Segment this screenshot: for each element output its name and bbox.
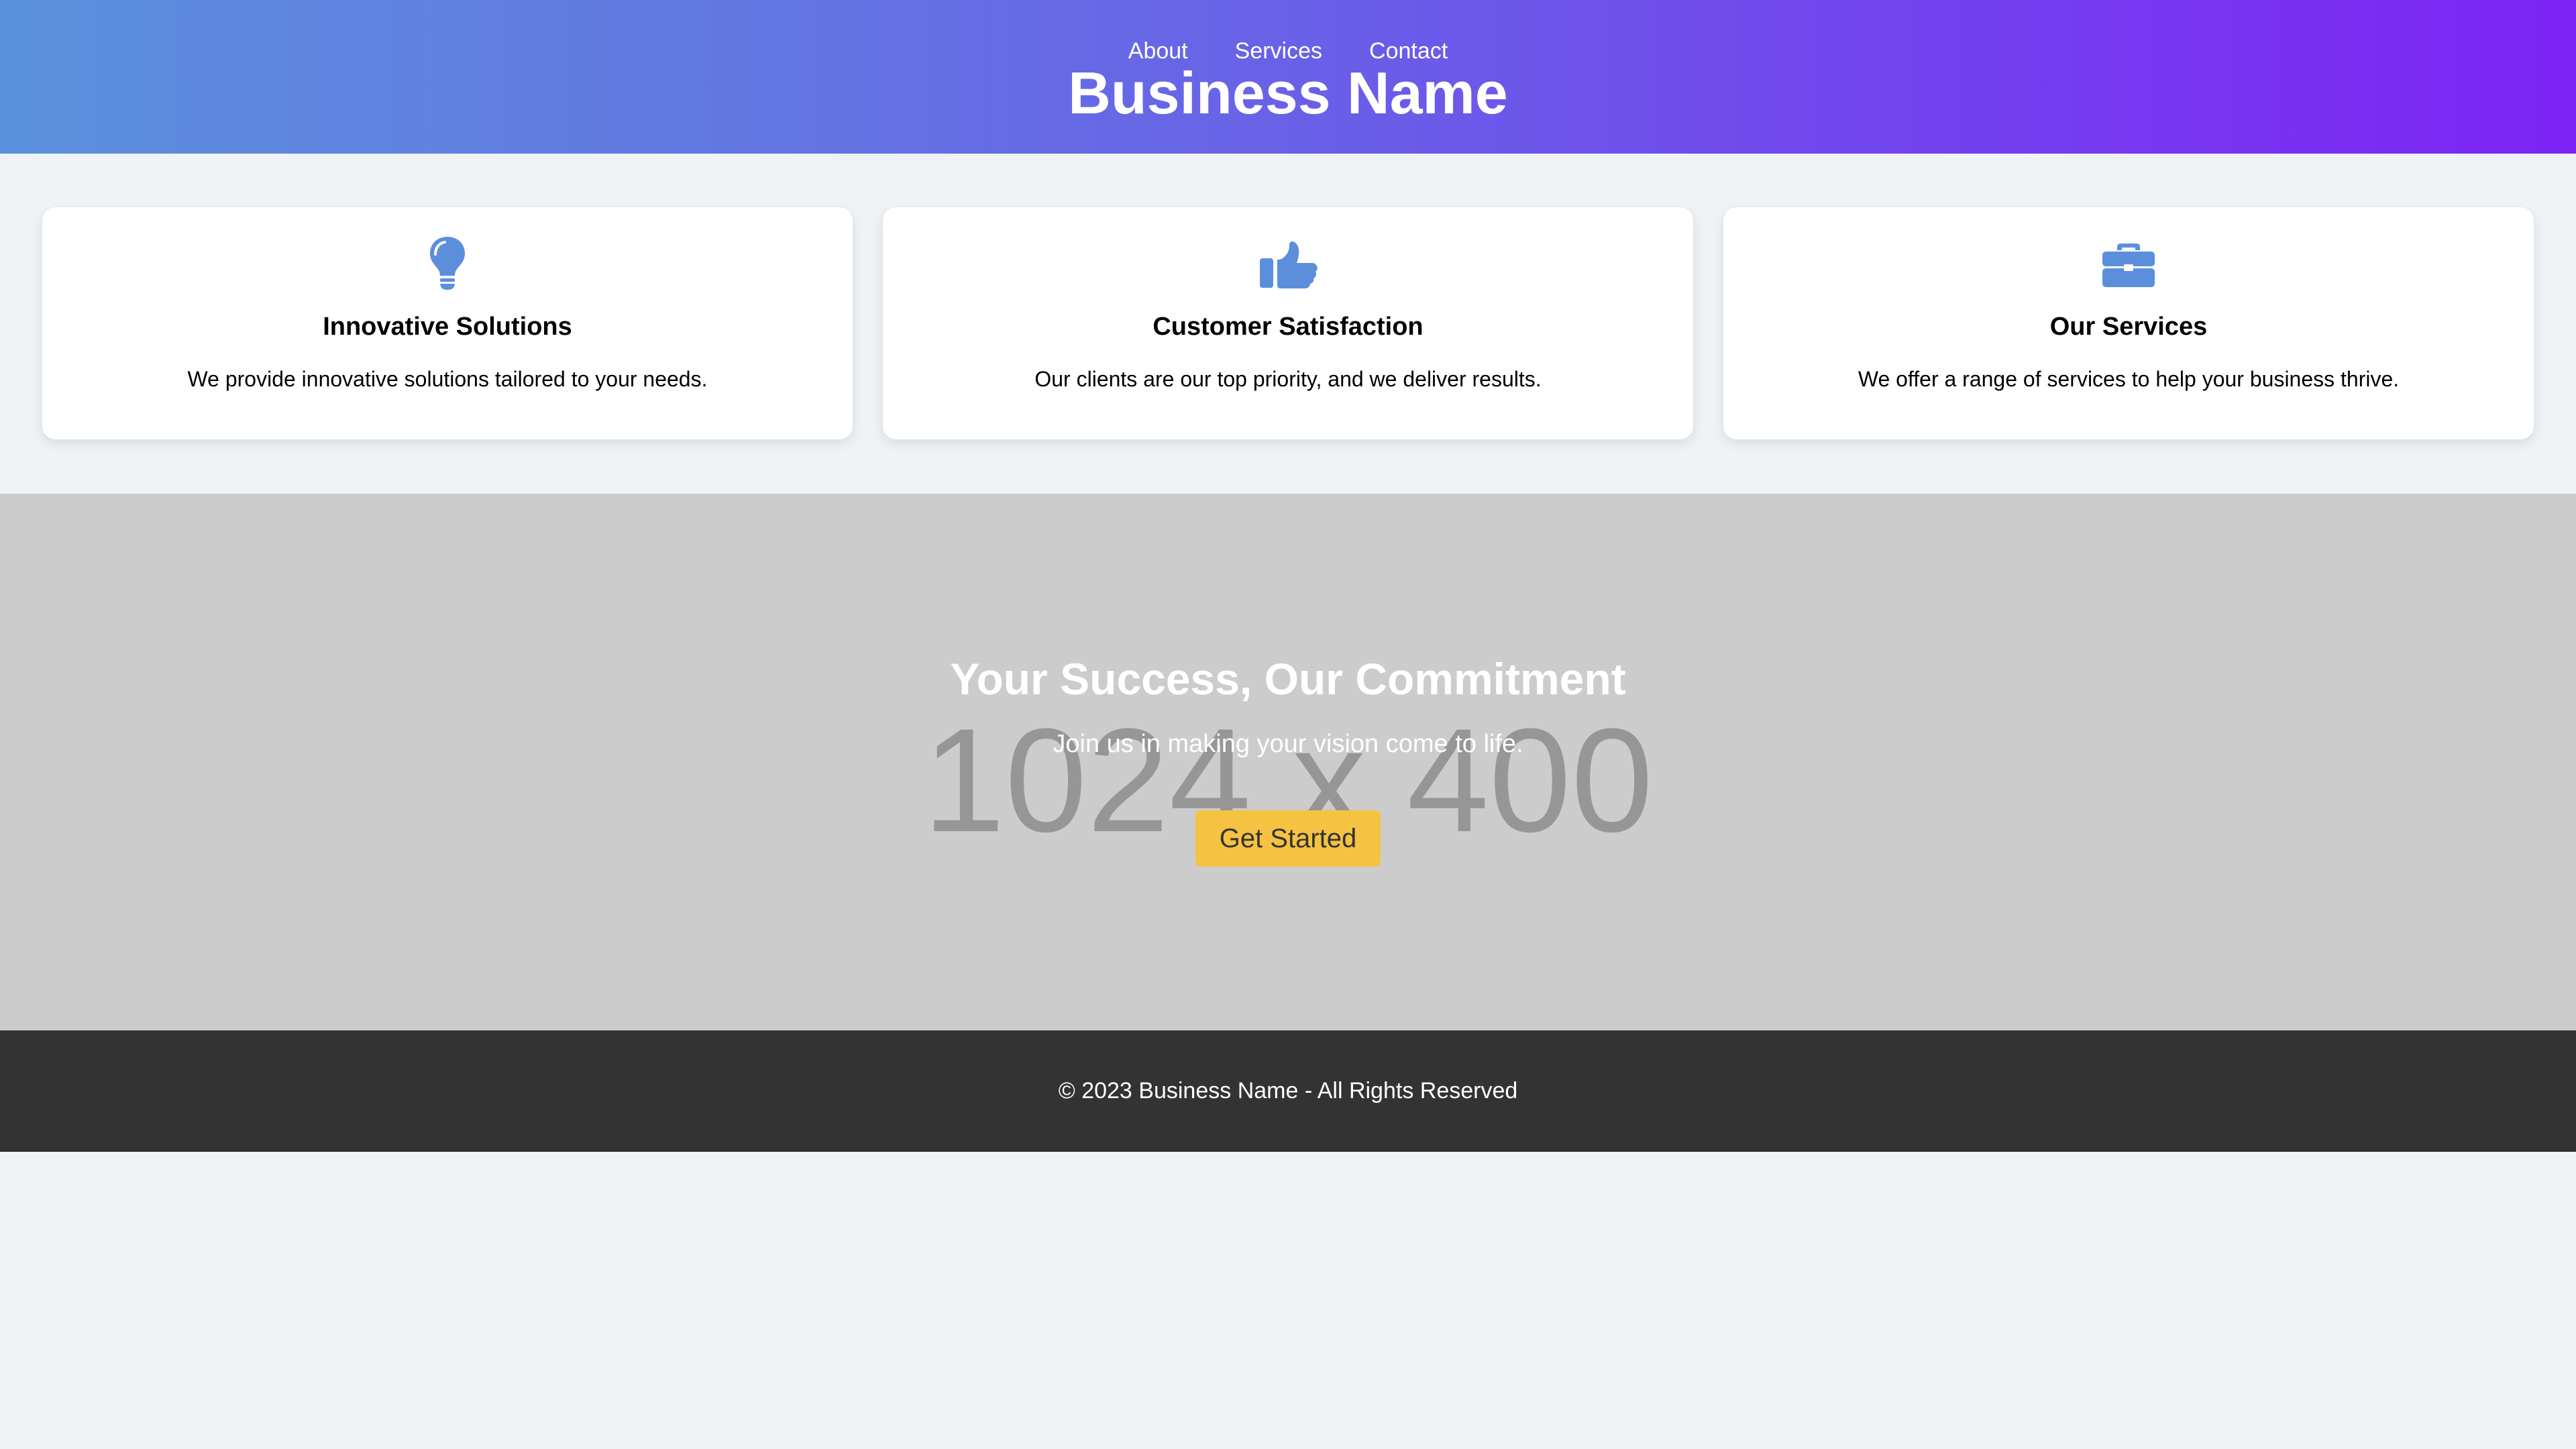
feature-card-satisfaction: Customer Satisfaction Our clients are ou…: [883, 207, 1693, 439]
feature-description: We provide innovative solutions tailored…: [187, 367, 708, 391]
feature-title: Customer Satisfaction: [1152, 313, 1424, 341]
copyright-text: © 2023 Business Name - All Rights Reserv…: [1058, 1078, 1518, 1104]
feature-title: Innovative Solutions: [323, 313, 572, 341]
thumbs-up-icon: [1258, 233, 1318, 293]
feature-description: Our clients are our top priority, and we…: [1034, 367, 1542, 391]
hero-subtitle: Join us in making your vision come to li…: [1053, 730, 1523, 758]
feature-title: Our Services: [2049, 313, 2208, 341]
feature-card-innovative: Innovative Solutions We provide innovati…: [42, 207, 853, 439]
lightbulb-icon: [417, 233, 478, 293]
site-title: Business Name: [1068, 60, 1508, 126]
site-header: About Services Contact Business Name: [0, 0, 2576, 154]
get-started-button[interactable]: Get Started: [1195, 810, 1381, 867]
feature-card-services: Our Services We offer a range of service…: [1723, 207, 2534, 439]
features-section: Innovative Solutions We provide innovati…: [42, 207, 2534, 439]
feature-description: We offer a range of services to help you…: [1858, 367, 2400, 391]
briefcase-icon: [2098, 233, 2159, 293]
hero-banner: 1024 x 400 Your Success, Our Commitment …: [0, 494, 2576, 1030]
site-footer: © 2023 Business Name - All Rights Reserv…: [0, 1030, 2576, 1152]
hero-title: Your Success, Our Commitment: [950, 654, 1626, 704]
